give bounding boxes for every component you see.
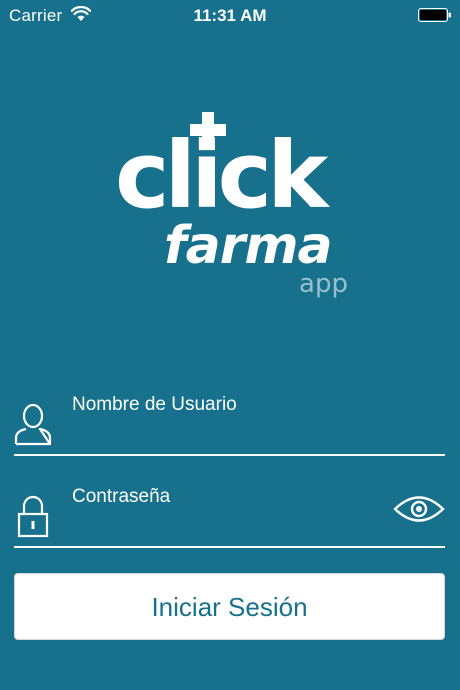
logo-word-app: app (299, 269, 348, 299)
eye-icon[interactable] (393, 494, 445, 524)
username-field[interactable] (14, 384, 445, 456)
battery-full-icon (418, 8, 451, 22)
status-bar: Carrier 11:31 AM (0, 0, 460, 30)
lock-icon (17, 495, 49, 538)
password-field[interactable] (14, 476, 445, 548)
login-button[interactable]: Iniciar Sesión (14, 573, 445, 640)
username-input[interactable] (72, 390, 382, 420)
clickfarma-logo: click farma app (110, 108, 360, 308)
status-time: 11:31 AM (193, 6, 267, 25)
logo-word-farma: farma (164, 216, 333, 276)
logo-word-click: click (115, 122, 328, 229)
password-input[interactable] (72, 482, 382, 512)
user-icon (14, 403, 52, 446)
